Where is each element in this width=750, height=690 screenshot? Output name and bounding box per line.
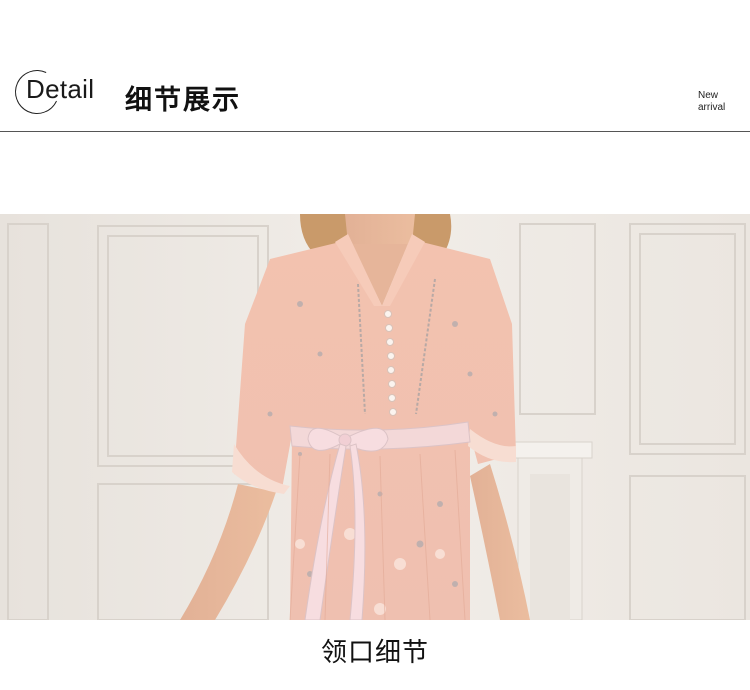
neck [345,214,415,244]
badge-line-new: New [698,90,719,101]
new-arrival-badge: New arrival [698,90,725,114]
detail-label: Detail [26,74,95,104]
photo-caption: 领口细节 [320,638,429,668]
header-divider [0,131,750,132]
section-header: Detail 细节展示 New arrival [0,0,750,132]
section-title: 细节展示 [125,85,241,116]
dress-photo-illustration [0,214,750,620]
product-photo [0,214,750,620]
product-detail-page: Detail 细节展示 New arrival 领口细节 [0,0,750,690]
badge-line-arrival: arrival [698,102,726,113]
